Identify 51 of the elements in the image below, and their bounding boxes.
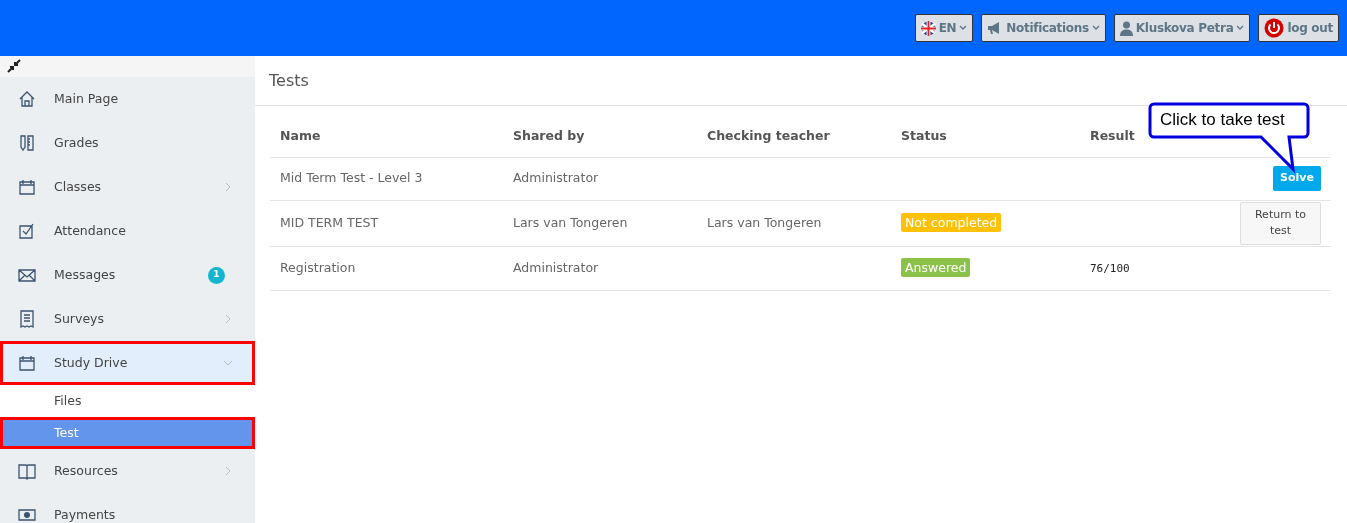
sidebar-item[interactable]: Surveys bbox=[0, 297, 255, 341]
sidebar-item[interactable]: Payments bbox=[0, 493, 255, 523]
table-cell: Mid Term Test - Level 3 bbox=[280, 170, 423, 186]
table-cell: Lars van Tongeren bbox=[707, 214, 822, 230]
table-cell: Administrator bbox=[513, 259, 599, 275]
sidebar-item[interactable]: Study Drive bbox=[0, 341, 255, 385]
sidebar-item[interactable]: Main Page bbox=[0, 77, 255, 121]
table-cell: Registration bbox=[280, 259, 356, 275]
sidebar-item[interactable]: Attendance bbox=[0, 209, 255, 253]
collapse-icon[interactable] bbox=[6, 58, 22, 73]
caret-icon bbox=[1091, 25, 1100, 31]
banknote-icon bbox=[18, 506, 36, 523]
count-badge: 1 bbox=[208, 266, 225, 284]
flag-icon bbox=[920, 20, 936, 36]
language-button[interactable]: EN bbox=[914, 14, 974, 42]
chevron-icon bbox=[223, 358, 233, 368]
ruler-pencil-icon bbox=[18, 134, 36, 152]
logout-button[interactable]: log out bbox=[1258, 14, 1339, 42]
notifications-button[interactable]: Notifications bbox=[981, 14, 1106, 42]
chevron-icon bbox=[223, 466, 233, 476]
receipt-icon bbox=[18, 310, 36, 328]
calendar-icon bbox=[18, 354, 36, 372]
submenu-item[interactable]: Files bbox=[0, 385, 255, 417]
book-icon bbox=[18, 462, 36, 480]
sidebar-item[interactable]: Grades bbox=[0, 121, 255, 165]
caret-icon bbox=[959, 25, 968, 31]
status-badge: Answered bbox=[901, 257, 971, 277]
caret-icon bbox=[1236, 25, 1245, 31]
sidebar-item[interactable]: Classes bbox=[0, 165, 255, 209]
column-header: Status bbox=[891, 116, 1080, 157]
chevron-icon bbox=[223, 182, 233, 192]
power-icon bbox=[1264, 18, 1285, 38]
chevron-icon bbox=[223, 314, 233, 324]
column-header: Checking teacher bbox=[697, 116, 891, 157]
column-header: Shared by bbox=[503, 116, 697, 157]
table-cell: 76/100 bbox=[1090, 261, 1130, 275]
user-button[interactable]: Kluskova Petra bbox=[1113, 14, 1251, 42]
calendar-icon bbox=[18, 178, 36, 196]
sidebar-item[interactable]: Resources bbox=[0, 449, 255, 493]
table-cell: Administrator bbox=[513, 170, 599, 186]
callout-text: Click to take test bbox=[1160, 109, 1285, 131]
checkbox-icon bbox=[18, 222, 36, 240]
user-icon bbox=[1119, 20, 1133, 36]
return-button[interactable]: Return to test bbox=[1240, 201, 1321, 245]
table-cell: MID TERM TEST bbox=[280, 214, 379, 230]
home-icon bbox=[18, 90, 36, 108]
sidebar-item[interactable]: Messages 1 bbox=[0, 253, 255, 297]
column-header: Name bbox=[270, 116, 503, 157]
status-badge: Not completed bbox=[901, 212, 1002, 232]
envelope-icon bbox=[18, 266, 36, 284]
table-cell: Lars van Tongeren bbox=[513, 214, 628, 230]
